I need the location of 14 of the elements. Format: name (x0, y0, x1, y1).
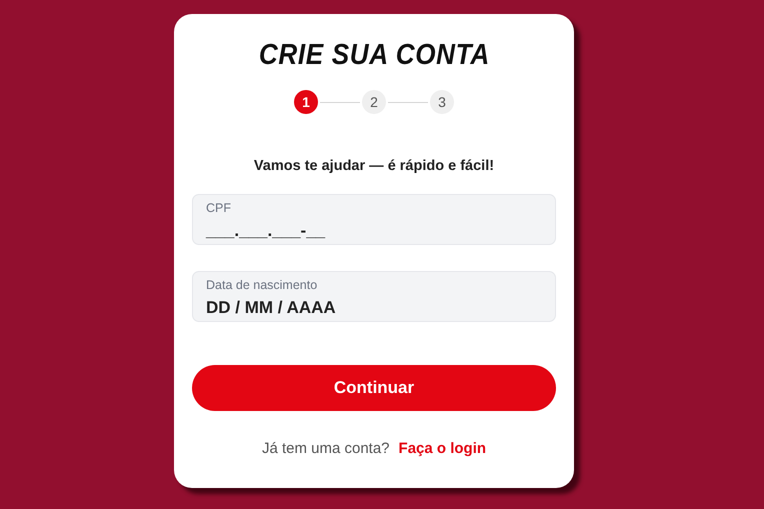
step-indicator: 2 (362, 90, 386, 114)
field-value: DD / MM / AAAA (206, 296, 336, 319)
account-question: Já tem uma conta? (262, 438, 390, 459)
field-label: Data de nascimento (206, 278, 318, 293)
step-indicator: 1 (294, 90, 318, 114)
page-title: CRIE SUA CONTA (258, 38, 490, 72)
input-field[interactable]: CPF ___.___.___-__ (192, 194, 556, 245)
continue-button[interactable]: Continuar (192, 364, 556, 411)
step-indicator: 3 (430, 90, 454, 114)
input-field[interactable]: Data de nascimento DD / MM / AAAA (192, 270, 556, 322)
field-label: CPF (206, 200, 231, 216)
field-value: ___.___.___-__ (206, 220, 326, 242)
login-link[interactable]: Faça o login (398, 438, 486, 460)
subtitle: Vamos te ajudar — é rápido e fácil! (254, 157, 494, 176)
